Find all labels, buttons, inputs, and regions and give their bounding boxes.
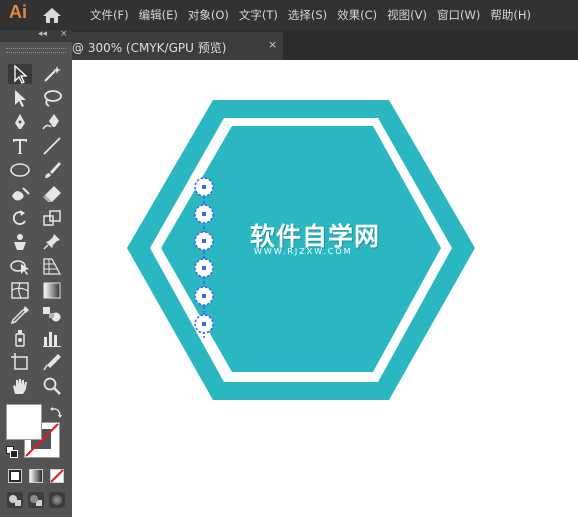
selected-circle[interactable] [194,314,214,334]
selected-circle[interactable] [194,286,214,306]
selection-overlay [194,177,214,334]
fill-swatch[interactable] [6,404,42,440]
selected-circle[interactable] [194,177,214,197]
selected-circle[interactable] [194,258,214,278]
selected-circle[interactable] [194,231,214,251]
selected-circle[interactable] [194,204,214,224]
